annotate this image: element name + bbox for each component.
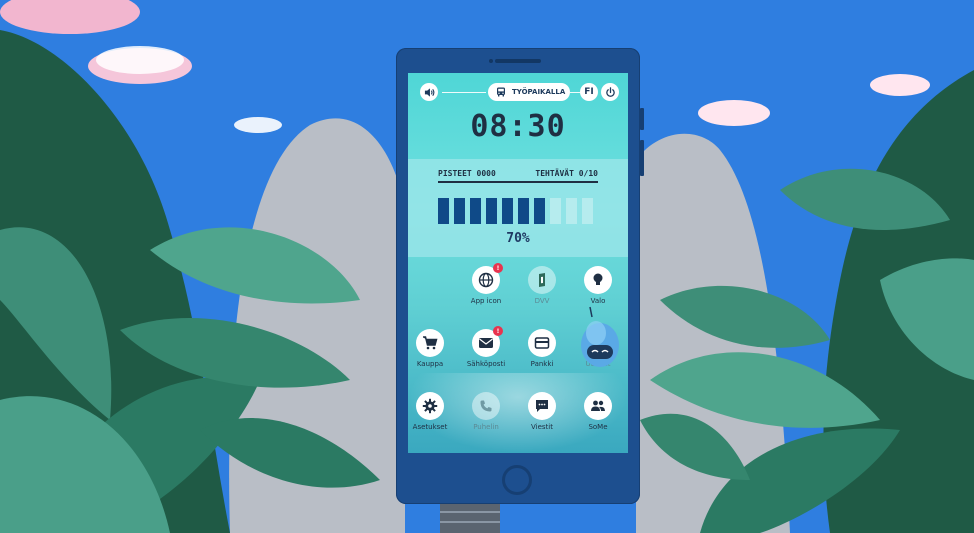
battery-segment-filled bbox=[534, 198, 545, 224]
app-kauppa[interactable]: Kauppa bbox=[408, 329, 460, 368]
dvv-logo-icon bbox=[535, 272, 549, 288]
battery-segment-filled bbox=[454, 198, 465, 224]
battery-percent: 70% bbox=[506, 231, 530, 246]
app-puhelin-button[interactable] bbox=[472, 392, 500, 420]
app-app-icon[interactable]: ! App icon bbox=[456, 263, 516, 305]
status-bar: TYÖPAIKALLA FI bbox=[408, 83, 628, 105]
notification-badge: ! bbox=[493, 326, 503, 336]
phone-icon bbox=[479, 399, 493, 413]
cart-icon bbox=[422, 335, 438, 351]
app-dvv-button[interactable] bbox=[528, 266, 556, 294]
card-icon bbox=[534, 336, 550, 350]
app-viestit[interactable]: Viestit bbox=[512, 392, 572, 431]
tasks-label: TEHTÄVÄT bbox=[535, 169, 574, 178]
language-button[interactable]: FI bbox=[580, 83, 598, 101]
battery-segment-filled bbox=[470, 198, 481, 224]
game-scene: TYÖPAIKALLA FI 08:30 PISTEET 0000 TEHTÄV… bbox=[0, 0, 974, 533]
app-label: Sähköposti bbox=[466, 360, 506, 368]
chat-icon bbox=[534, 398, 550, 414]
app-some[interactable]: SoMe bbox=[568, 392, 628, 431]
app-label: DVV bbox=[534, 297, 550, 305]
points-value: 0000 bbox=[476, 169, 496, 178]
battery-segment-empty bbox=[550, 198, 561, 224]
home-button[interactable] bbox=[502, 465, 532, 495]
app-label: Pankki bbox=[530, 360, 554, 368]
app-kauppa-button[interactable] bbox=[416, 329, 444, 357]
battery-segment-empty bbox=[582, 198, 593, 224]
app-pankki[interactable]: Pankki bbox=[512, 329, 572, 368]
app-asetukset-button[interactable] bbox=[416, 392, 444, 420]
app-app-icon-button[interactable]: ! bbox=[472, 263, 503, 294]
battery-segment-filled bbox=[502, 198, 513, 224]
location-status: TYÖPAIKALLA bbox=[488, 83, 570, 101]
app-label: Asetukset bbox=[412, 423, 448, 431]
tasks-value: 0/10 bbox=[578, 169, 598, 178]
app-label: Valo bbox=[590, 297, 606, 305]
app-label: Viestit bbox=[531, 423, 553, 431]
app-dvv[interactable]: DVV bbox=[512, 266, 572, 305]
points-label: PISTEET bbox=[438, 169, 472, 178]
score-underline bbox=[438, 181, 598, 183]
power-icon bbox=[605, 86, 615, 97]
phone-screen: TYÖPAIKALLA FI 08:30 PISTEET 0000 TEHTÄV… bbox=[408, 73, 628, 453]
battery-segment-filled bbox=[518, 198, 529, 224]
notification-badge: ! bbox=[493, 263, 503, 273]
language-label: FI bbox=[584, 87, 594, 97]
app-puhelin[interactable]: Puhelin bbox=[456, 392, 516, 431]
robot-mascot-icon bbox=[581, 306, 619, 367]
bus-icon bbox=[497, 87, 505, 97]
app-some-button[interactable] bbox=[584, 392, 612, 420]
lightbulb-icon bbox=[591, 272, 605, 288]
app-viestit-button[interactable] bbox=[528, 392, 556, 420]
speaker-icon bbox=[424, 87, 434, 97]
phone-speaker bbox=[495, 59, 541, 63]
app-pankki-button[interactable] bbox=[528, 329, 556, 357]
smartphone: TYÖPAIKALLA FI 08:30 PISTEET 0000 TEHTÄV… bbox=[396, 48, 644, 504]
points-display: PISTEET 0000 bbox=[438, 169, 496, 178]
app-asetukset[interactable]: Asetukset bbox=[408, 392, 460, 431]
app-sahkoposti[interactable]: ! Sähköposti bbox=[456, 326, 516, 368]
phone-camera bbox=[489, 59, 493, 63]
location-label: TYÖPAIKALLA bbox=[512, 88, 566, 96]
sound-toggle-button[interactable] bbox=[420, 83, 438, 101]
clock-time: 08:30 bbox=[470, 109, 566, 144]
power-button[interactable] bbox=[601, 83, 619, 101]
battery-bar bbox=[438, 198, 598, 224]
app-label: App icon bbox=[470, 297, 502, 305]
people-icon bbox=[590, 399, 606, 413]
app-valo[interactable]: Valo bbox=[568, 266, 628, 305]
app-label: SoMe bbox=[588, 423, 608, 431]
volume-button bbox=[640, 108, 644, 130]
app-sahkoposti-button[interactable]: ! bbox=[472, 326, 503, 357]
mail-icon bbox=[478, 336, 494, 350]
battery-segment-filled bbox=[486, 198, 497, 224]
tasks-display: TEHTÄVÄT 0/10 bbox=[535, 169, 598, 178]
battery-segment-filled bbox=[438, 198, 449, 224]
globe-icon bbox=[478, 272, 494, 288]
app-label: Puhelin bbox=[473, 423, 499, 431]
app-label: Kauppa bbox=[416, 360, 444, 368]
side-button bbox=[640, 140, 644, 176]
gear-icon bbox=[422, 398, 438, 414]
battery-segment-empty bbox=[566, 198, 577, 224]
app-valo-button[interactable] bbox=[584, 266, 612, 294]
